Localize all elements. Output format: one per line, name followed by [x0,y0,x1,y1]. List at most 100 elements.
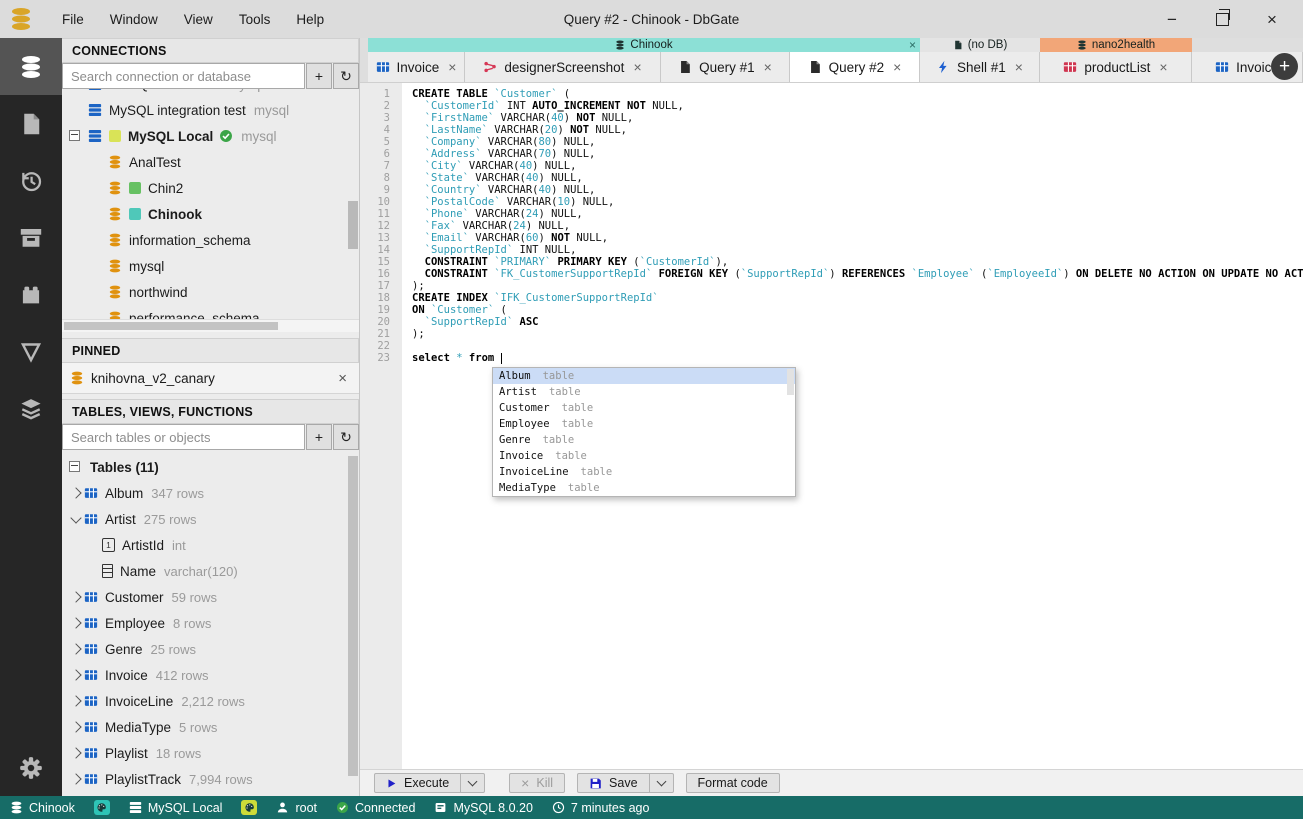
unpin-close-icon[interactable]: × [334,370,351,387]
chevron-down-icon[interactable] [70,511,82,524]
save-dropdown-button[interactable] [649,773,674,793]
tab-close-icon[interactable]: × [633,59,641,75]
database-item-chinook[interactable]: Chinook [62,201,359,227]
tree-root-tables[interactable]: Tables (11) [62,454,359,480]
execute-dropdown-button[interactable] [461,773,486,793]
database-item-mysql[interactable]: mysql [62,253,359,279]
autocomplete-item-invoice[interactable]: Invoice table [493,448,795,464]
autocomplete-item-genre[interactable]: Genre table [493,432,795,448]
tab-close-icon[interactable]: × [448,59,456,75]
menu-item-view[interactable]: View [171,8,226,31]
autocomplete-item-employee[interactable]: Employee table [493,416,795,432]
chevron-right-icon[interactable] [70,721,82,733]
chevron-right-icon[interactable] [70,617,82,629]
activity-filter-button[interactable] [0,323,62,380]
pinned-item-knihovna-v2-canary[interactable]: knihovna_v2_canary × [62,363,359,394]
execute-button[interactable]: Execute [374,773,462,793]
tables-vscrollbar[interactable] [348,456,358,776]
chevron-right-icon[interactable] [70,747,82,759]
column-item-name[interactable]: Name varchar(120) [62,558,359,584]
add-connection-button[interactable]: + [306,63,332,89]
connection-item-mysql-local[interactable]: MySQL Local mysql [62,123,359,149]
autocomplete-scrollbar[interactable] [787,369,794,395]
tab-close-icon[interactable]: × [1015,59,1023,75]
status-color-badge[interactable] [241,800,258,815]
autocomplete-item-customer[interactable]: Customer table [493,400,795,416]
kill-button[interactable]: × Kill [509,773,566,793]
tab-close-icon[interactable]: × [764,59,772,75]
table-item-invoiceline[interactable]: InvoiceLine 2,212 rows [62,688,359,714]
table-item-customer[interactable]: Customer 59 rows [62,584,359,610]
activity-history-button[interactable] [0,152,62,209]
table-item-playlist[interactable]: Playlist 18 rows [62,740,359,766]
autocomplete-item-mediatype[interactable]: MediaType table [493,480,795,496]
table-item-album[interactable]: Album 347 rows [62,480,359,506]
tab-group-close-icon[interactable]: × [909,38,916,52]
chevron-right-icon[interactable] [70,643,82,655]
connection-item-mysql-wd-test[interactable]: MYSQL WD TEST mysql [62,89,359,97]
status-color-badge[interactable] [93,800,110,815]
database-item-performance-schema[interactable]: performance_schema [62,305,359,319]
refresh-tables-icon[interactable]: ↻ [333,424,359,450]
activity-plugins-button[interactable] [0,266,62,323]
tab-group-no-db[interactable]: (no DB) [920,38,1040,52]
tab-query-1[interactable]: Query #1 × [661,52,790,82]
tab-query-2[interactable]: Query #2 × [790,52,920,82]
new-tab-button[interactable]: + [1271,53,1298,80]
activity-file-button[interactable] [0,95,62,152]
table-item-playlisttrack[interactable]: PlaylistTrack 7,994 rows [62,766,359,792]
connections-hscrollbar[interactable] [62,319,359,332]
tab-invoice[interactable]: Invoice × [368,52,465,82]
tab-close-icon[interactable]: × [893,59,901,75]
column-item-artistid[interactable]: 1 ArtistId int [62,532,359,558]
chevron-right-icon[interactable] [70,591,82,603]
format-code-button[interactable]: Format code [685,773,780,793]
save-button[interactable]: Save [577,773,650,793]
tab-close-icon[interactable]: × [1159,59,1167,75]
tab-group-chinook[interactable]: Chinook × [368,38,920,52]
database-item-northwind[interactable]: northwind [62,279,359,305]
autocomplete-name: Employee [499,418,550,430]
table-item-invoice[interactable]: Invoice 412 rows [62,662,359,688]
minimize-icon[interactable]: − [1163,10,1181,28]
chevron-right-icon[interactable] [70,487,82,499]
connection-item-mysql-integration-test[interactable]: MySQL integration test mysql [62,97,359,123]
tab-group-nano2health[interactable]: nano2health [1040,38,1192,52]
tab-shell-1[interactable]: Shell #1 × [920,52,1040,82]
autocomplete-name: MediaType [499,482,556,494]
autocomplete-item-artist[interactable]: Artist table [493,384,795,400]
table-item-mediatype[interactable]: MediaType 5 rows [62,714,359,740]
refresh-connections-icon[interactable]: ↻ [333,63,359,89]
database-item-chin2[interactable]: Chin2 [62,175,359,201]
chevron-right-icon[interactable] [70,669,82,681]
autocomplete-item-album[interactable]: Album table [493,368,795,384]
activity-archive-button[interactable] [0,209,62,266]
menu-item-window[interactable]: Window [97,8,171,31]
restore-icon[interactable] [1213,8,1231,28]
activity-layers-button[interactable] [0,380,62,437]
chevron-right-icon[interactable] [70,773,82,785]
chevron-right-icon[interactable] [70,695,82,707]
database-item-information-schema[interactable]: information_schema [62,227,359,253]
tab-productlist[interactable]: productList × [1040,52,1192,82]
activity-database-button[interactable] [0,38,62,95]
close-icon[interactable]: × [1263,10,1281,28]
tables-search-input[interactable] [62,424,305,450]
autocomplete-item-invoiceline[interactable]: InvoiceLine table [493,464,795,480]
menu-item-help[interactable]: Help [283,8,337,31]
table-item-genre[interactable]: Genre 25 rows [62,636,359,662]
tab-designerscreenshot[interactable]: designerScreenshot × [465,52,661,82]
table-item-artist[interactable]: Artist 275 rows [62,506,359,532]
connections-search-input[interactable] [62,63,305,89]
status-7-minutes-ago: 7 minutes ago [552,801,649,815]
database-item-analtest[interactable]: AnalTest [62,149,359,175]
collapse-toggle-icon[interactable] [69,130,80,141]
add-table-button[interactable]: + [306,424,332,450]
menu-item-tools[interactable]: Tools [226,8,284,31]
sql-editor[interactable]: 1 CREATE TABLE `Customer` (2 `CustomerId`… [360,83,1303,769]
collapse-toggle-icon[interactable] [69,461,80,472]
activity-settings-button[interactable] [0,739,62,796]
table-item-employee[interactable]: Employee 8 rows [62,610,359,636]
menu-item-file[interactable]: File [49,8,97,31]
connections-vscrollbar[interactable] [348,201,358,249]
